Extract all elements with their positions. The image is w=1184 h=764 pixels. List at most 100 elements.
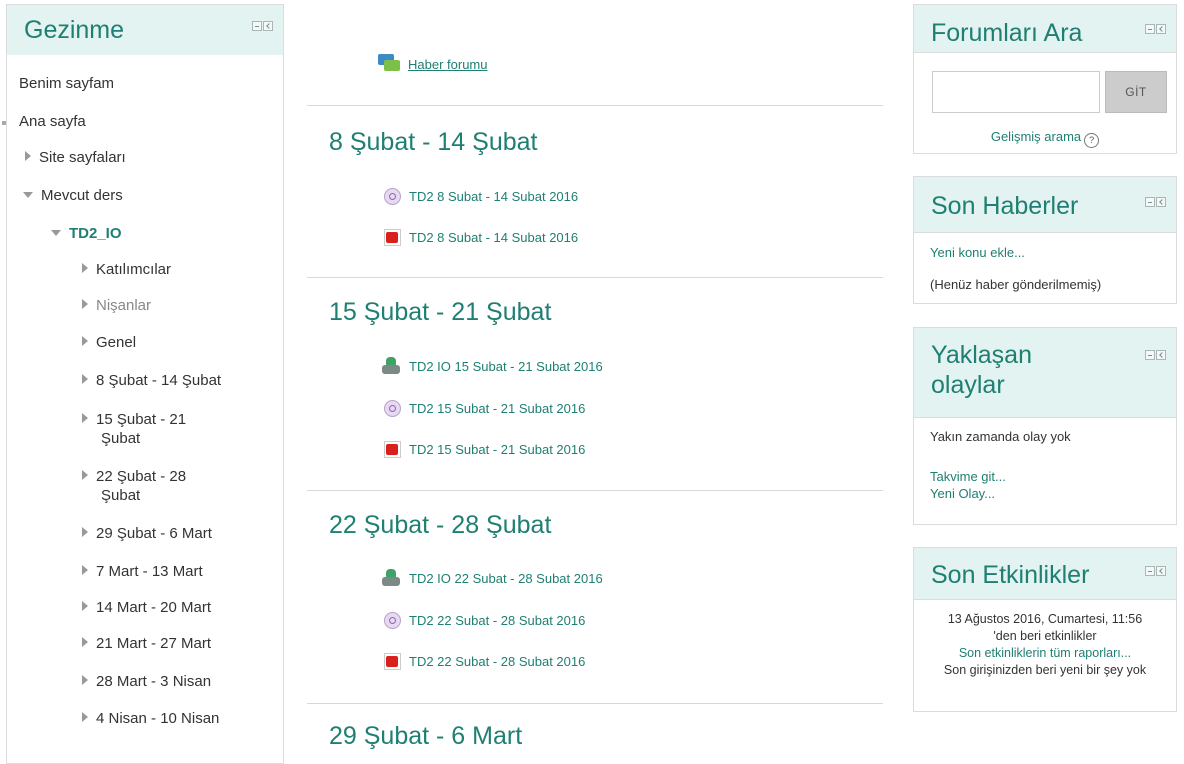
nav-week-5-label: 7 Mart - 13 Mart [96,563,203,580]
upcoming-events-block: Yaklaşan olaylar Yakın zamanda olay yok T… [913,327,1177,525]
activity-link[interactable]: TD2 IO 22 Subat - 28 Subat 2016 [409,571,603,586]
latest-news-block: Son Haberler Yeni konu ekle... (Henüz ha… [913,176,1177,304]
nav-week-8[interactable]: 28 Mart - 3 Nisan [82,672,211,692]
expand-arrow-icon [82,470,88,480]
section-divider [307,277,883,278]
nav-week-2[interactable]: 15 Şubat - 21 [82,410,186,430]
nav-week-7-label: 21 Mart - 27 Mart [96,635,212,652]
nav-site-pages[interactable]: Site sayfaları [25,148,126,168]
expand-arrow-icon [82,601,88,611]
nav-week-9[interactable]: 4 Nisan - 10 Nisan [82,709,219,729]
section-title: 8 Şubat - 14 Şubat [329,128,538,156]
search-button[interactable]: GİT [1105,71,1167,113]
block-controls [1145,350,1166,360]
minimize-icon[interactable] [1145,566,1155,576]
latest-news-header: Son Haberler [914,177,1176,233]
activity-video[interactable]: TD2 IO 22 Subat - 28 Subat 2016 [381,569,603,587]
nav-week-6[interactable]: 14 Mart - 20 Mart [82,598,211,618]
nav-current-course[interactable]: Mevcut ders [23,186,123,206]
activity-pdf[interactable]: TD2 22 Subat - 28 Subat 2016 [384,653,585,670]
navigation-header: Gezinme [7,5,283,55]
add-topic-link[interactable]: Yeni konu ekle... [930,244,1025,261]
block-controls [1145,566,1166,576]
section-divider [307,703,883,704]
section-divider [307,105,883,106]
activity-link[interactable]: TD2 8 Subat - 14 Subat 2016 [409,189,578,204]
minimize-icon[interactable] [1145,24,1155,34]
activity-video[interactable]: TD2 IO 15 Subat - 21 Subat 2016 [381,357,603,375]
nav-week-7[interactable]: 21 Mart - 27 Mart [82,634,211,654]
nav-week-4-label: 29 Şubat - 6 Mart [96,525,212,542]
nav-week-4[interactable]: 29 Şubat - 6 Mart [82,524,212,544]
activity-scorm[interactable]: TD2 8 Subat - 14 Subat 2016 [384,188,578,205]
activity-scorm[interactable]: TD2 22 Subat - 28 Subat 2016 [384,612,585,629]
no-news-text: (Henüz haber gönderilmemiş) [930,277,1102,292]
activity-link[interactable]: TD2 8 Subat - 14 Subat 2016 [409,230,578,245]
section-divider [307,490,883,491]
dock-icon[interactable] [1156,566,1166,576]
navigation-title: Gezinme [24,16,125,44]
forum-activity[interactable]: Haber forumu [378,54,487,74]
section-title: 22 Şubat - 28 Şubat [329,511,552,539]
search-forums-header: Forumları Ara [914,5,1176,53]
calendar-link[interactable]: Takvime git... [930,468,1006,485]
nav-week-8-label: 28 Mart - 3 Nisan [96,673,212,690]
nav-week-3[interactable]: 22 Şubat - 28 [82,467,186,487]
activity-link[interactable]: TD2 IO 15 Subat - 21 Subat 2016 [409,359,603,374]
upcoming-events-header: Yaklaşan olaylar [914,328,1176,418]
nav-badges[interactable]: Nişanlar [82,296,151,316]
title-line: Yaklaşan [931,341,1032,369]
pdf-icon [384,653,401,670]
nav-participants[interactable]: Katılımcılar [82,260,171,280]
nav-badges-label: Nişanlar [96,297,152,314]
advanced-search-link[interactable]: Gelişmiş arama [991,129,1081,144]
dock-icon[interactable] [1156,350,1166,360]
nav-my-page[interactable]: Benim sayfam [19,74,114,94]
activity-scorm[interactable]: TD2 15 Subat - 21 Subat 2016 [384,400,585,417]
activity-link[interactable]: TD2 15 Subat - 21 Subat 2016 [409,442,585,457]
nav-week-1[interactable]: 8 Şubat - 14 Şubat [82,371,221,391]
nav-week-2-label-cont[interactable]: Şubat [101,429,140,449]
expand-arrow-icon [82,712,88,722]
recent-activity-header: Son Etkinlikler [914,548,1176,600]
nav-home[interactable]: Ana sayfa [19,112,86,132]
search-input[interactable] [932,71,1100,113]
upcoming-events-title: Yaklaşan olaylar [931,340,1032,400]
minimize-icon[interactable] [252,21,262,31]
activity-pdf[interactable]: TD2 8 Subat - 14 Subat 2016 [384,229,578,246]
nav-week-9-label: 4 Nisan - 10 Nisan [96,710,220,727]
title-line: olaylar [931,371,1005,399]
minimize-icon[interactable] [1145,197,1155,207]
forum-icon [378,54,400,74]
pdf-icon [384,229,401,246]
nav-week-6-label: 14 Mart - 20 Mart [96,599,212,616]
bullet-icon [2,121,6,125]
activity-link[interactable]: TD2 22 Subat - 28 Subat 2016 [409,654,585,669]
nav-week-5[interactable]: 7 Mart - 13 Mart [82,562,203,582]
new-event-link[interactable]: Yeni Olay... [930,485,995,502]
activity-pdf[interactable]: TD2 15 Subat - 21 Subat 2016 [384,441,585,458]
forum-link[interactable]: Haber forumu [408,57,487,72]
expand-arrow-icon [82,374,88,384]
nav-general-label: Genel [96,334,137,351]
help-icon[interactable]: ? [1084,133,1100,148]
recent-activity-block: Son Etkinlikler 13 Ağustos 2016, Cumarte… [913,547,1177,712]
expand-arrow-icon [82,299,88,309]
dock-icon[interactable] [263,21,273,31]
nav-participants-label: Katılımcılar [96,261,172,278]
search-forums-title: Forumları Ara [931,19,1083,47]
section-title: 15 Şubat - 21 Şubat [329,298,552,326]
collapse-arrow-icon [23,192,33,198]
scorm-package-icon [384,188,401,205]
dock-icon[interactable] [1156,197,1166,207]
activity-link[interactable]: TD2 15 Subat - 21 Subat 2016 [409,401,585,416]
expand-arrow-icon [82,675,88,685]
nav-week-3-label-cont[interactable]: Şubat [101,486,140,506]
expand-arrow-icon [82,336,88,346]
nav-course-td2io[interactable]: TD2_IO [51,224,122,244]
activity-link[interactable]: TD2 22 Subat - 28 Subat 2016 [409,613,585,628]
dock-icon[interactable] [1156,24,1166,34]
minimize-icon[interactable] [1145,350,1155,360]
nav-general[interactable]: Genel [82,333,136,353]
full-report-link[interactable]: Son etkinliklerin tüm raporları... [914,645,1176,662]
